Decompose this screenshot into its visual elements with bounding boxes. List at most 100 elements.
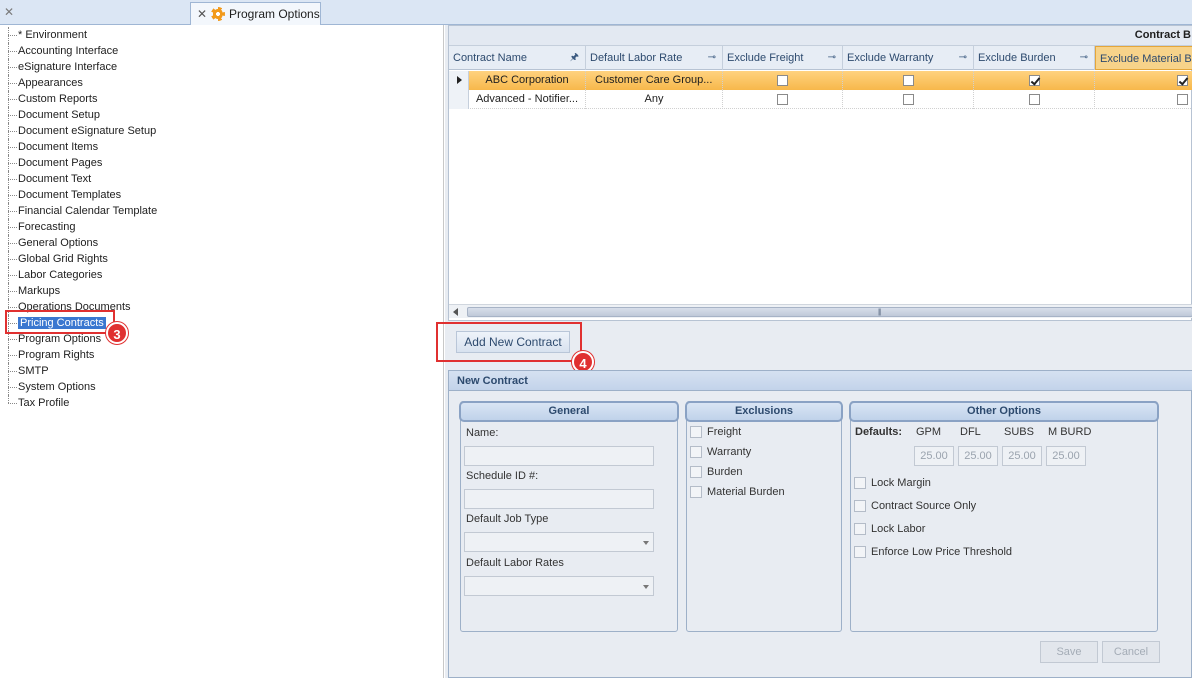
tree-item-label: Program Rights <box>18 349 95 361</box>
checkbox[interactable] <box>1177 74 1188 86</box>
tab-label: Program Options <box>229 7 320 21</box>
tree-item-label: Document Text <box>18 173 92 185</box>
tree-item[interactable]: Document Setup <box>0 107 157 123</box>
cell-contract-name[interactable]: ABC Corporation <box>469 71 586 90</box>
tree-item[interactable]: Markups <box>0 283 157 299</box>
band-title: Contract B <box>1134 29 1191 41</box>
checkbox[interactable] <box>902 74 914 86</box>
tree-item[interactable]: Document Templates <box>0 187 157 203</box>
tree-item[interactable]: Global Grid Rights <box>0 251 157 267</box>
checkbox[interactable] <box>777 93 788 105</box>
material-burden-checkbox[interactable] <box>690 486 702 498</box>
tree-item-label: Document eSignature Setup <box>18 125 157 137</box>
tree-item[interactable]: Forecasting <box>0 219 157 235</box>
cell-exclude-material[interactable] <box>1095 90 1192 109</box>
cell-exclude-burden[interactable] <box>974 71 1095 90</box>
schedule-id-field[interactable] <box>464 489 654 509</box>
tree-item[interactable]: Document Items <box>0 139 157 155</box>
scroll-thumb[interactable]: ||| <box>467 307 1192 317</box>
tree-item-label: Document Templates <box>18 189 122 201</box>
checkbox[interactable] <box>1177 93 1188 105</box>
tree-item[interactable]: Labor Categories <box>0 267 157 283</box>
tree-item-label: Accounting Interface <box>18 45 119 57</box>
enforce-low-price-checkbox[interactable] <box>854 546 866 558</box>
warranty-checkbox[interactable] <box>690 446 702 458</box>
tree-item[interactable]: Accounting Interface <box>0 43 157 59</box>
tree-item[interactable]: Document Pages <box>0 155 157 171</box>
tree-item-label: * Environment <box>18 29 88 41</box>
cell-exclude-warranty[interactable] <box>843 71 974 90</box>
scroll-left-icon[interactable] <box>453 308 458 316</box>
labor-rates-select[interactable] <box>464 576 654 596</box>
column-exclude-warranty[interactable]: Exclude Warranty ⊸ <box>843 46 974 70</box>
pin-icon[interactable]: ⊸ <box>708 46 716 70</box>
cell-contract-name[interactable]: Advanced - Notifier... <box>469 90 586 109</box>
tree-item[interactable]: Document eSignature Setup <box>0 123 157 139</box>
tree-item[interactable]: Program Rights <box>0 347 157 363</box>
column-exclude-burden[interactable]: Exclude Burden ⊸ <box>974 46 1095 70</box>
table-row[interactable]: ABC Corporation Customer Care Group... <box>449 71 1192 90</box>
pin-icon[interactable]: ⊸ <box>1080 46 1088 70</box>
add-contract-callout <box>436 322 582 362</box>
labor-rates-label: Default Labor Rates <box>466 557 564 569</box>
cell-exclude-material[interactable] <box>1095 71 1192 90</box>
checkbox[interactable] <box>1028 74 1040 86</box>
subs-field[interactable]: 25.00 <box>1002 446 1042 466</box>
pin-icon[interactable]: ⊸ <box>828 46 836 70</box>
close-icon[interactable]: ✕ <box>197 7 207 21</box>
tree-item[interactable]: * Environment <box>0 27 157 43</box>
m-burd-field[interactable]: 25.00 <box>1046 446 1086 466</box>
horizontal-scrollbar[interactable]: ||| <box>449 304 1192 318</box>
column-exclude-material-burden[interactable]: Exclude Material B <box>1095 46 1192 70</box>
cell-labor-rate[interactable]: Customer Care Group... <box>586 71 723 90</box>
checkbox[interactable] <box>777 74 788 86</box>
tree-item[interactable]: Appearances <box>0 75 157 91</box>
table-row[interactable]: Advanced - Notifier... Any <box>449 90 1192 109</box>
tab-strip: ✕ ✕ Program Options <box>0 0 1192 25</box>
tree-item[interactable]: SMTP <box>0 363 157 379</box>
tree-item[interactable]: General Options <box>0 235 157 251</box>
tree-item[interactable]: Custom Reports <box>0 91 157 107</box>
checkbox[interactable] <box>1028 93 1040 105</box>
column-exclude-freight[interactable]: Exclude Freight ⊸ <box>723 46 843 70</box>
job-type-label: Default Job Type <box>466 513 549 525</box>
tree-item[interactable]: System Options <box>0 379 157 395</box>
cell-exclude-freight[interactable] <box>723 71 843 90</box>
column-contract-name[interactable]: Contract Name 🖈 <box>449 46 586 70</box>
cell-exclude-warranty[interactable] <box>843 90 974 109</box>
new-contract-panel: New Contract General Name: Schedule ID #… <box>448 370 1192 678</box>
freight-label: Freight <box>707 426 742 438</box>
tree-item[interactable]: Financial Calendar Template <box>0 203 157 219</box>
checkbox[interactable] <box>902 93 914 105</box>
column-default-labor-rate[interactable]: Default Labor Rate ⊸ <box>586 46 723 70</box>
dfl-field[interactable]: 25.00 <box>958 446 998 466</box>
cancel-button[interactable]: Cancel <box>1102 641 1160 663</box>
chevron-down-icon <box>643 541 649 545</box>
tree-item[interactable]: Tax Profile <box>0 395 157 411</box>
grip-icon: ||| <box>878 309 882 316</box>
tree-item[interactable]: Document Text <box>0 171 157 187</box>
lock-margin-checkbox[interactable] <box>854 477 866 489</box>
gpm-field[interactable]: 25.00 <box>914 446 954 466</box>
tree-item[interactable]: eSignature Interface <box>0 59 157 75</box>
gpm-label: GPM <box>916 426 942 438</box>
cell-exclude-freight[interactable] <box>723 90 843 109</box>
schedule-id-label: Schedule ID #: <box>466 470 539 482</box>
name-field[interactable] <box>464 446 654 466</box>
cell-labor-rate[interactable]: Any <box>586 90 723 109</box>
tab-program-options[interactable]: ✕ Program Options <box>190 2 321 25</box>
pricing-contracts-callout <box>5 310 115 334</box>
close-all-icon[interactable]: ✕ <box>4 6 16 18</box>
cell-exclude-burden[interactable] <box>974 90 1095 109</box>
contract-source-only-checkbox[interactable] <box>854 500 866 512</box>
save-button[interactable]: Save <box>1040 641 1098 663</box>
column-label: Exclude Material B <box>1100 53 1192 65</box>
pin-icon[interactable]: ⊸ <box>959 46 967 70</box>
job-type-select[interactable] <box>464 532 654 552</box>
exclusions-title: Exclusions <box>685 401 843 422</box>
pin-icon[interactable]: 🖈 <box>570 46 579 70</box>
freight-checkbox[interactable] <box>690 426 702 438</box>
general-group: General Name: Schedule ID #: Default Job… <box>459 401 679 632</box>
burden-checkbox[interactable] <box>690 466 702 478</box>
lock-labor-checkbox[interactable] <box>854 523 866 535</box>
